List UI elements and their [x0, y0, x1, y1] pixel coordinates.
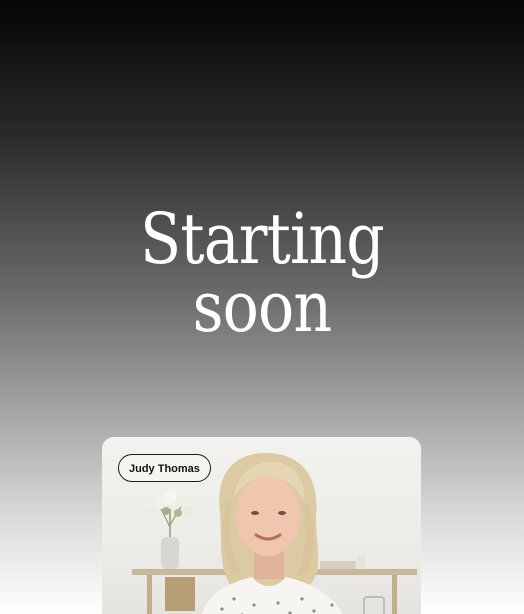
waiting-screen: Starting soon Judy Thomas — [0, 0, 524, 614]
headline-line-1: Starting — [140, 198, 385, 280]
starting-soon-headline: Starting soon — [0, 198, 524, 348]
headline-line-2: soon — [192, 266, 333, 348]
participant-name-badge: Judy Thomas — [118, 454, 211, 482]
participant-video-tile[interactable]: Judy Thomas — [102, 437, 421, 614]
